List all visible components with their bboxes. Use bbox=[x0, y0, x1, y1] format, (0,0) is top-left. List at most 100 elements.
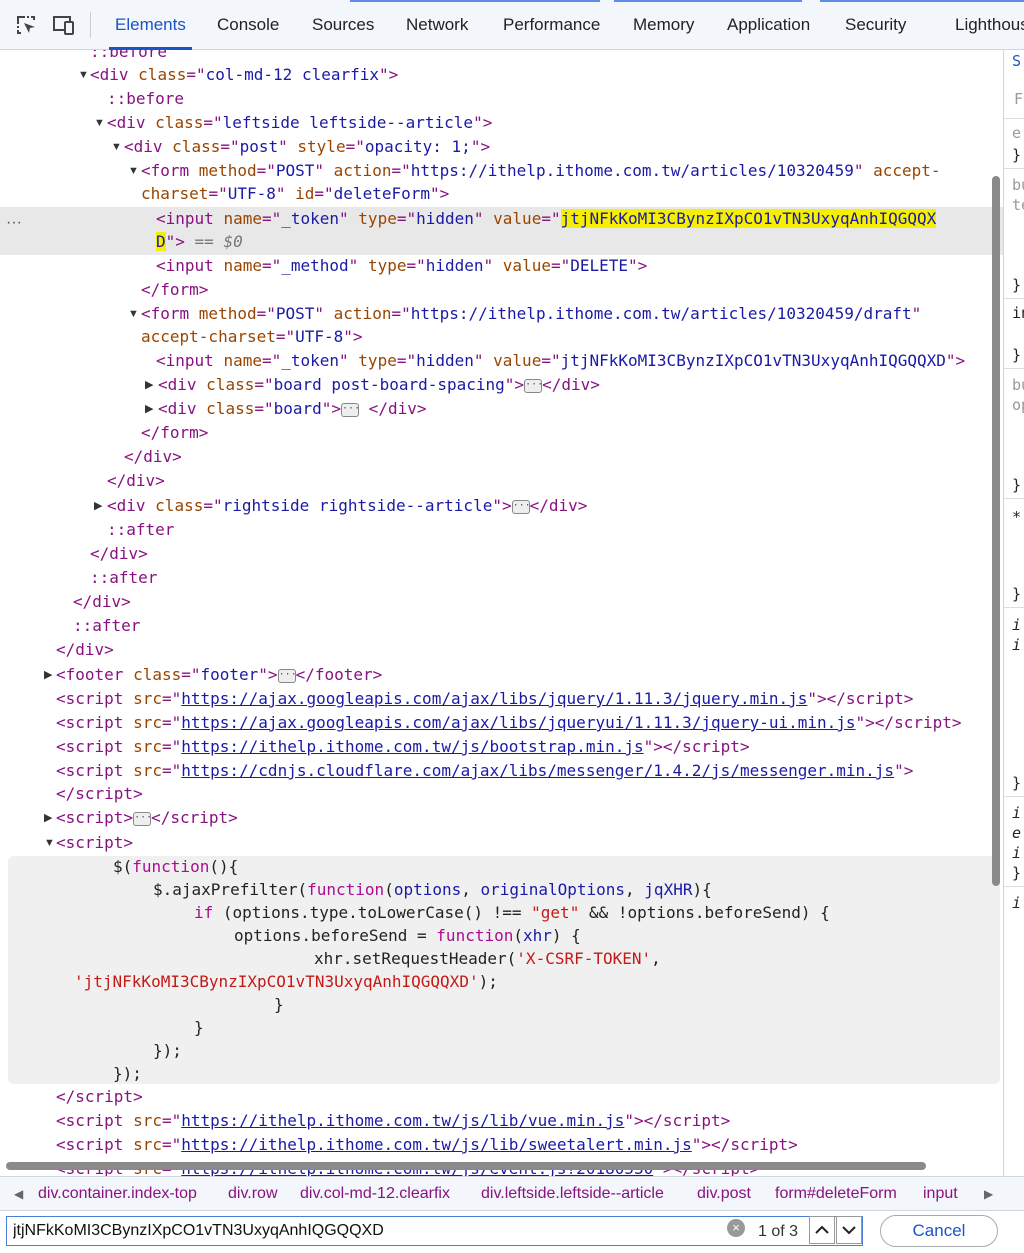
tab-lighthouse[interactable]: Lighthous bbox=[955, 0, 1024, 50]
horizontal-scrollbar[interactable] bbox=[6, 1162, 926, 1170]
node-form-delete[interactable]: <form method="POST" action="https://ithe… bbox=[141, 159, 941, 183]
styles-tab-label[interactable]: S bbox=[1012, 52, 1021, 70]
pseudo-after[interactable]: ::after bbox=[107, 518, 174, 542]
node-div-close[interactable]: </div> bbox=[124, 445, 182, 469]
node-div-post[interactable]: <div class="post" style="opacity: 1;"> bbox=[124, 135, 490, 159]
divider bbox=[1004, 886, 1024, 887]
breadcrumb-scroll-left-icon[interactable]: ◀ bbox=[14, 1177, 23, 1211]
tab-network[interactable]: Network bbox=[406, 0, 468, 50]
code-line: } bbox=[194, 1018, 204, 1037]
node-actions-ellipsis[interactable]: ··· bbox=[6, 214, 22, 232]
collapse-triangle-icon[interactable]: ▼ bbox=[128, 159, 139, 183]
collapse-triangle-icon[interactable]: ▼ bbox=[128, 302, 139, 326]
tab-console[interactable]: Console bbox=[217, 0, 279, 50]
node-script-jqueryui[interactable]: <script src="https://ajax.googleapis.com… bbox=[56, 711, 962, 735]
cancel-button[interactable]: Cancel bbox=[880, 1215, 998, 1247]
node-script-sweetalert[interactable]: <script src="https://ithelp.ithome.com.t… bbox=[56, 1133, 798, 1157]
tab-sources[interactable]: Sources bbox=[312, 0, 374, 50]
tab-elements[interactable]: Elements bbox=[109, 0, 192, 50]
pseudo-after[interactable]: ::after bbox=[73, 614, 140, 638]
style-text: } bbox=[1012, 476, 1022, 494]
collapsed-ellipsis-icon[interactable]: ··· bbox=[133, 811, 152, 826]
script-link[interactable]: https://cdnjs.cloudflare.com/ajax/libs/m… bbox=[181, 761, 894, 780]
breadcrumb-item[interactable]: div.row bbox=[228, 1177, 278, 1211]
node-script-collapsed[interactable]: <script>···</script> bbox=[56, 806, 238, 830]
breadcrumb-item[interactable]: div.post bbox=[697, 1177, 751, 1211]
expand-triangle-icon[interactable]: ▶ bbox=[145, 373, 153, 397]
node-div-col[interactable]: <div class="col-md-12 clearfix"> bbox=[90, 63, 398, 87]
devtools-toolbar: Elements Console Sources Network Perform… bbox=[0, 0, 1024, 50]
node-div-leftside[interactable]: <div class="leftside leftside--article"> bbox=[107, 111, 492, 135]
script-link[interactable]: https://ajax.googleapis.com/ajax/libs/jq… bbox=[181, 713, 855, 732]
node-input-method[interactable]: <input name="_method" type="hidden" valu… bbox=[156, 254, 647, 278]
search-input[interactable] bbox=[6, 1216, 726, 1246]
collapse-triangle-icon[interactable]: ▼ bbox=[111, 135, 122, 159]
expand-triangle-icon[interactable]: ▶ bbox=[145, 397, 153, 421]
node-form-draft[interactable]: <form method="POST" action="https://ithe… bbox=[141, 302, 921, 326]
filter-field[interactable]: F bbox=[1014, 90, 1023, 108]
device-toolbar-icon[interactable] bbox=[52, 13, 76, 37]
script-link[interactable]: https://ithelp.ithome.com.tw/js/lib/swee… bbox=[181, 1135, 692, 1154]
node-form-close[interactable]: </form> bbox=[141, 278, 208, 302]
node-script-bootstrap[interactable]: <script src="https://ithelp.ithome.com.t… bbox=[56, 735, 750, 759]
expand-triangle-icon[interactable]: ▶ bbox=[44, 663, 52, 687]
pseudo-before[interactable]: ::before bbox=[90, 50, 167, 64]
tab-application[interactable]: Application bbox=[727, 0, 810, 50]
node-div-close[interactable]: </div> bbox=[107, 469, 165, 493]
collapse-triangle-icon[interactable]: ▼ bbox=[78, 63, 89, 87]
tab-security[interactable]: Security bbox=[845, 0, 906, 50]
script-link[interactable]: https://ajax.googleapis.com/ajax/libs/jq… bbox=[181, 689, 807, 708]
expand-triangle-icon[interactable]: ▶ bbox=[94, 494, 102, 518]
collapsed-ellipsis-icon[interactable]: ··· bbox=[524, 378, 543, 393]
node-script-inline[interactable]: <script> bbox=[56, 831, 133, 855]
previous-match-button[interactable] bbox=[809, 1216, 835, 1244]
breadcrumb-item-current[interactable]: input bbox=[923, 1177, 958, 1211]
collapse-triangle-icon[interactable]: ▼ bbox=[44, 831, 55, 855]
breadcrumb-item[interactable]: div.col-md-12.clearfix bbox=[300, 1177, 450, 1211]
tab-memory[interactable]: Memory bbox=[633, 0, 694, 50]
node-script-close[interactable]: </script> bbox=[56, 782, 143, 806]
collapsed-ellipsis-icon[interactable]: ··· bbox=[511, 499, 531, 514]
styles-pane: S F e } bu te } in } bu op } * } i i } i… bbox=[1003, 50, 1024, 1176]
inspect-element-icon[interactable] bbox=[14, 13, 38, 37]
node-input-token-2[interactable]: <input name="_token" type="hidden" value… bbox=[156, 349, 965, 373]
clear-search-icon[interactable]: × bbox=[727, 1219, 745, 1237]
collapse-triangle-icon[interactable]: ▼ bbox=[94, 111, 105, 135]
node-script-vue[interactable]: <script src="https://ithelp.ithome.com.t… bbox=[56, 1109, 730, 1133]
node-div-board-spacing[interactable]: <div class="board post-board-spacing">··… bbox=[158, 373, 600, 397]
node-form-delete-cont[interactable]: charset="UTF-8" id="deleteForm"> bbox=[141, 182, 449, 206]
expand-triangle-icon[interactable]: ▶ bbox=[44, 806, 52, 830]
node-div-close[interactable]: </div> bbox=[73, 590, 131, 614]
divider bbox=[1004, 796, 1024, 797]
node-script-jquery[interactable]: <script src="https://ajax.googleapis.com… bbox=[56, 687, 913, 711]
breadcrumb-item[interactable]: div.container.index-top bbox=[38, 1177, 197, 1211]
node-form-draft-cont[interactable]: accept-charset="UTF-8"> bbox=[141, 325, 363, 349]
breadcrumb-scroll-right-icon[interactable]: ▶ bbox=[984, 1177, 993, 1211]
next-match-button[interactable] bbox=[836, 1216, 862, 1244]
breadcrumb-item[interactable]: div.leftside.leftside--article bbox=[481, 1177, 664, 1211]
tab-performance[interactable]: Performance bbox=[503, 0, 600, 50]
pseudo-before[interactable]: ::before bbox=[107, 87, 184, 111]
pseudo-after[interactable]: ::after bbox=[90, 566, 157, 590]
node-script-messenger[interactable]: <script src="https://cdnjs.cloudflare.co… bbox=[56, 759, 913, 783]
node-form-close[interactable]: </form> bbox=[141, 421, 208, 445]
divider bbox=[1004, 498, 1024, 499]
style-text: i bbox=[1012, 894, 1022, 912]
script-link[interactable]: https://ithelp.ithome.com.tw/js/lib/vue.… bbox=[181, 1111, 624, 1130]
node-input-token-cont[interactable]: D"> == $0 bbox=[156, 230, 243, 254]
node-div-rightside[interactable]: <div class="rightside rightside--article… bbox=[107, 494, 587, 518]
node-div-close[interactable]: </div> bbox=[90, 542, 148, 566]
script-link[interactable]: https://ithelp.ithome.com.tw/js/bootstra… bbox=[181, 737, 643, 756]
breadcrumb-item[interactable]: form#deleteForm bbox=[775, 1177, 897, 1211]
style-text: i bbox=[1012, 636, 1022, 654]
node-div-board[interactable]: <div class="board">··· </div> bbox=[158, 397, 426, 421]
node-footer[interactable]: <footer class="footer">···</footer> bbox=[56, 663, 382, 687]
node-div-close[interactable]: </div> bbox=[56, 638, 114, 662]
node-script-close[interactable]: </script> bbox=[56, 1085, 143, 1109]
collapsed-ellipsis-icon[interactable]: ··· bbox=[277, 668, 297, 683]
code-line: options.beforeSend = function(xhr) { bbox=[234, 926, 581, 945]
node-input-token-selected[interactable]: <input name="_token" type="hidden" value… bbox=[156, 207, 937, 231]
collapsed-ellipsis-icon[interactable]: ··· bbox=[341, 402, 360, 417]
code-line: } bbox=[274, 995, 284, 1014]
vertical-scrollbar[interactable] bbox=[992, 176, 1000, 886]
